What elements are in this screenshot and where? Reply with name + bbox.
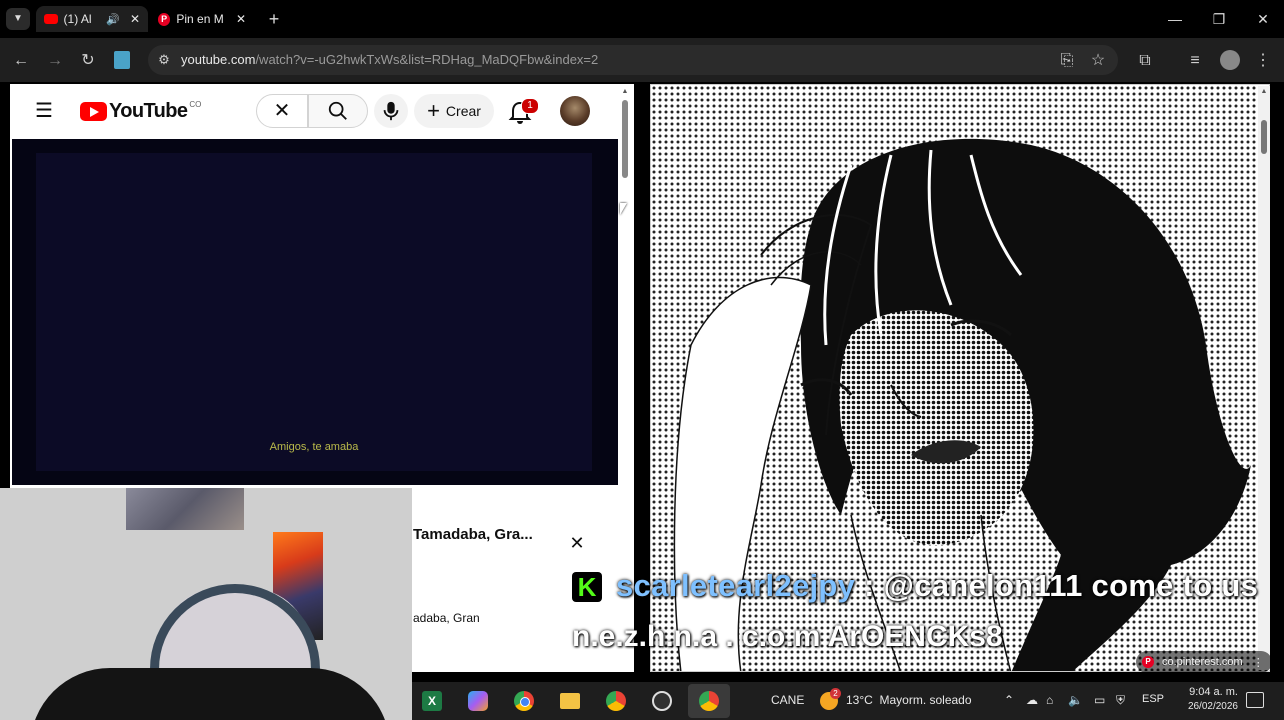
chat-message-line-2: n.e.z.h.n.a . c.o.m ArOENCKs8 bbox=[572, 620, 1003, 653]
create-label: Crear bbox=[445, 103, 481, 119]
tab-search-button[interactable]: ▼ bbox=[6, 8, 30, 30]
battery-icon[interactable]: ▭ bbox=[1094, 693, 1105, 707]
cane-label[interactable]: CANE bbox=[771, 693, 804, 707]
close-search-button[interactable]: ✕ bbox=[256, 94, 308, 128]
youtube-logo[interactable]: YouTube CO bbox=[80, 100, 201, 123]
popup-subtitle: adaba, Gran bbox=[413, 611, 480, 625]
account-avatar[interactable] bbox=[560, 96, 590, 126]
chat-message-text: : @canelon111 come to us bbox=[855, 568, 1259, 603]
pinterest-scroll-thumb[interactable] bbox=[1261, 120, 1267, 154]
pinterest-source-label: co.pinterest.com bbox=[1162, 656, 1243, 668]
minimize-button[interactable]: — bbox=[1160, 8, 1190, 30]
onedrive-icon[interactable]: ☁ bbox=[1026, 693, 1038, 707]
pinterest-logo-icon: P bbox=[1142, 656, 1154, 668]
extensions-icon[interactable]: ⧉ bbox=[1134, 50, 1156, 72]
search-button[interactable] bbox=[308, 94, 368, 128]
forward-button[interactable]: → bbox=[44, 50, 66, 72]
clock[interactable]: 9:04 a. m. 26/02/2026 bbox=[1172, 686, 1238, 712]
reload-button[interactable]: ↻ bbox=[77, 50, 99, 72]
pinterest-favicon-icon: P bbox=[158, 12, 171, 26]
show-hidden-icons-icon[interactable]: ⌃ bbox=[1004, 693, 1014, 707]
weather-text[interactable]: 13°C Mayorm. soleado bbox=[846, 693, 972, 707]
voice-search-button[interactable] bbox=[374, 94, 408, 128]
video-subtitle: Amigos, te amaba bbox=[269, 441, 359, 453]
youtube-wordmark: YouTube bbox=[109, 100, 188, 122]
weather-badge: 2 bbox=[830, 688, 841, 699]
chat-username: scarletearl2ejpy bbox=[616, 568, 856, 603]
scroll-up-arrow[interactable]: ▲ bbox=[621, 88, 629, 96]
webcam-overlay bbox=[0, 488, 412, 720]
notifications-button[interactable]: 1 bbox=[508, 98, 539, 126]
bookmark-star-icon[interactable]: ☆ bbox=[1087, 50, 1109, 72]
shield-icon[interactable]: ⛨ bbox=[1116, 693, 1125, 708]
tab-title: Pin en M bbox=[176, 12, 224, 26]
tab-pinterest[interactable]: P Pin en M ✕ bbox=[150, 6, 254, 32]
close-icon: ✕ bbox=[569, 533, 585, 553]
popup-close-button[interactable]: ✕ bbox=[566, 532, 588, 554]
notification-badge: 1 bbox=[521, 98, 539, 114]
more-options-icon[interactable]: ⋮ bbox=[1253, 656, 1264, 669]
close-window-button[interactable]: ✕ bbox=[1248, 8, 1278, 30]
file-explorer-icon[interactable] bbox=[560, 693, 580, 709]
youtube-scroll-thumb[interactable] bbox=[622, 100, 628, 178]
speaker-icon[interactable]: 🔊 bbox=[106, 13, 120, 26]
media-controls-icon[interactable]: ≡ bbox=[1184, 50, 1206, 72]
copilot-app-icon[interactable] bbox=[468, 691, 488, 711]
chrome-profile-app-icon[interactable] bbox=[606, 691, 626, 711]
country-code: CO bbox=[189, 100, 202, 109]
volume-icon[interactable]: 🔈 bbox=[1068, 693, 1083, 707]
url-domain: youtube.com bbox=[181, 52, 256, 67]
video-frame bbox=[36, 153, 592, 471]
create-button[interactable]: + Crear bbox=[414, 94, 494, 128]
restore-button[interactable]: ❐ bbox=[1204, 8, 1234, 30]
wall-poster-left bbox=[126, 488, 244, 530]
pinterest-scrollbar[interactable] bbox=[1258, 86, 1270, 670]
tab-title: (1) Al bbox=[63, 12, 92, 26]
menu-kebab-icon[interactable]: ⋮ bbox=[1252, 50, 1274, 72]
split-view-icon[interactable] bbox=[114, 51, 130, 69]
chevron-down-icon: ▼ bbox=[13, 13, 23, 24]
scroll-up-arrow[interactable]: ▲ bbox=[1260, 88, 1268, 96]
url-path: /watch?v=-uG2hwkTxWs&list=RDHag_MaDQFbw&… bbox=[255, 52, 599, 67]
close-tab-icon[interactable]: ✕ bbox=[130, 12, 140, 26]
youtube-favicon-icon bbox=[44, 14, 58, 24]
obs-app-icon[interactable] bbox=[652, 691, 672, 711]
popup-title: Tamadaba, Gra... bbox=[413, 526, 533, 543]
profile-avatar[interactable] bbox=[1220, 50, 1240, 70]
close-tab-icon[interactable]: ✕ bbox=[236, 12, 246, 26]
url-text[interactable]: youtube.com/watch?v=-uG2hwkTxWs&list=RDH… bbox=[181, 52, 598, 67]
microphone-icon bbox=[383, 101, 399, 121]
tab-youtube[interactable]: (1) Al 🔊 ✕ bbox=[36, 6, 148, 32]
language-indicator[interactable]: ESP bbox=[1142, 693, 1164, 705]
clock-date: 26/02/2026 bbox=[1187, 701, 1238, 712]
search-icon bbox=[328, 101, 347, 120]
kick-badge-letter: K bbox=[577, 572, 597, 602]
youtube-play-icon bbox=[80, 102, 107, 121]
hamburger-menu-icon[interactable]: ☰ bbox=[35, 101, 55, 121]
chrome-active-app-icon[interactable] bbox=[688, 684, 730, 718]
network-icon[interactable]: ⌂ bbox=[1046, 693, 1053, 707]
chrome-app-icon[interactable] bbox=[514, 691, 534, 711]
close-icon: ✕ bbox=[273, 100, 291, 122]
chat-message-line-1: scarletearl2ejpy : @canelon111 come to u… bbox=[616, 568, 1258, 604]
back-button[interactable]: ← bbox=[10, 50, 32, 72]
mouse-cursor bbox=[620, 203, 627, 215]
install-app-icon[interactable]: ⎘ bbox=[1056, 50, 1078, 72]
site-info-icon[interactable]: ⚙ bbox=[155, 51, 173, 69]
new-tab-button[interactable]: + bbox=[264, 8, 284, 30]
person-shoulders bbox=[30, 668, 390, 720]
kick-badge-icon: K bbox=[572, 572, 602, 602]
notifications-center-icon[interactable] bbox=[1246, 692, 1264, 708]
excel-app-icon[interactable]: X bbox=[422, 691, 442, 711]
pinterest-source-chip[interactable]: P co.pinterest.com ⋮ bbox=[1136, 651, 1272, 673]
plus-icon: + bbox=[427, 98, 440, 123]
clock-time: 9:04 a. m. bbox=[1189, 686, 1238, 698]
